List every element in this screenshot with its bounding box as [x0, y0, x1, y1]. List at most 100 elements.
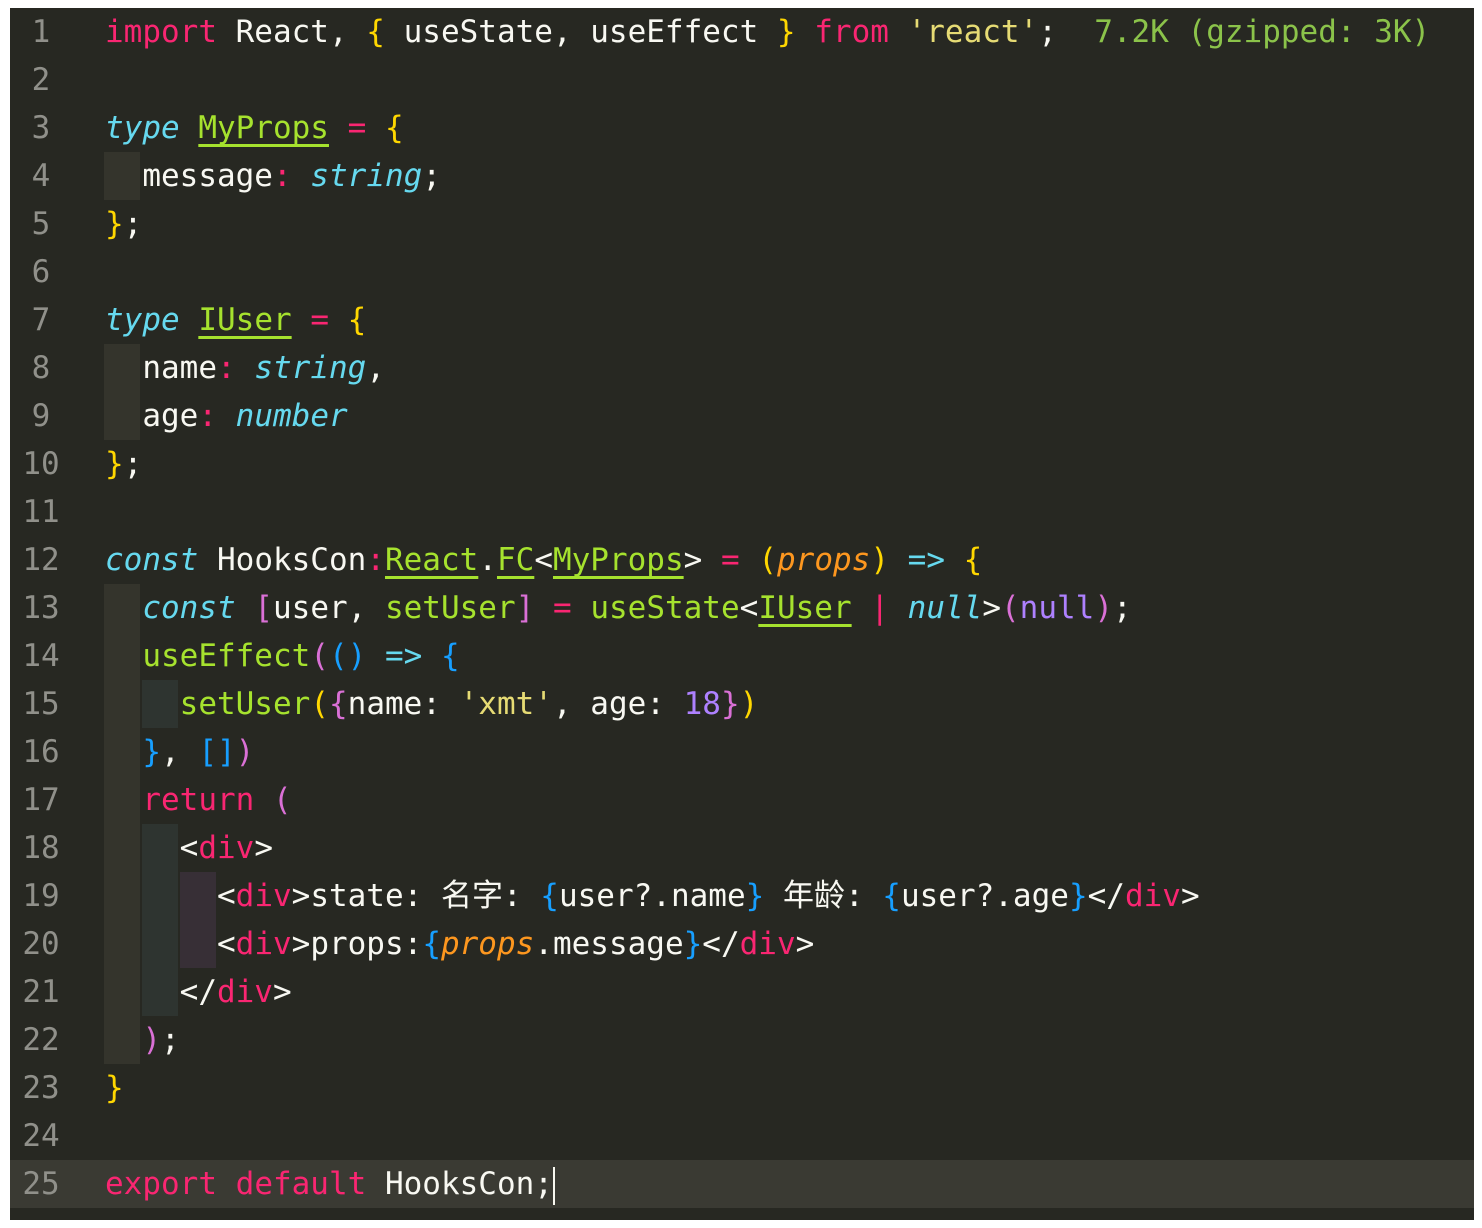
code-token: ;	[123, 446, 143, 482]
code-line[interactable]: 11	[10, 488, 1474, 536]
line-number: 5	[31, 206, 51, 242]
code-token: {	[347, 302, 367, 338]
code-token: <	[105, 926, 236, 962]
code-line[interactable]: 12 const HooksCon:React.FC<MyProps> = (pr…	[10, 536, 1474, 584]
code-token: }	[720, 686, 740, 722]
line-code: };	[105, 440, 142, 488]
line-code: import React, { useState, useEffect } fr…	[105, 8, 1430, 56]
line-code: age: number	[105, 392, 348, 440]
code-token: }	[745, 878, 765, 914]
code-line[interactable]: 6	[10, 248, 1474, 296]
code-line[interactable]: 2	[10, 56, 1474, 104]
code-line[interactable]: 5};	[10, 200, 1474, 248]
line-number: 17	[22, 782, 60, 818]
code-line[interactable]: 18 <div>	[10, 824, 1474, 872]
code-token: 'xmt'	[459, 686, 553, 722]
code-editor[interactable]: 1 import React, { useState, useEffect } f…	[10, 8, 1474, 1220]
code-token: :	[272, 158, 292, 194]
code-line[interactable]: 15 setUser({name: 'xmt', age: 18})	[10, 680, 1474, 728]
line-number: 18	[22, 830, 60, 866]
code-token: :	[216, 350, 236, 386]
code-line[interactable]: 7 type IUser = {	[10, 296, 1474, 344]
code-line[interactable]: 14 useEffect(() => {	[10, 632, 1474, 680]
code-line[interactable]: 10};	[10, 440, 1474, 488]
line-code: const [user, setUser] = useState<IUser |…	[105, 584, 1131, 632]
code-token: :	[198, 398, 217, 434]
code-token: >	[254, 830, 273, 866]
line-number: 24	[22, 1118, 60, 1154]
code-token: const	[142, 590, 236, 626]
code-token: </	[1087, 878, 1125, 914]
code-token: }	[142, 734, 161, 770]
code-token: {	[422, 926, 441, 962]
code-line[interactable]: 19 <div>state: 名字: {user?.name} 年龄: {use…	[10, 872, 1474, 920]
code-token: []	[198, 734, 236, 770]
code-line[interactable]: 8 name: string,	[10, 344, 1474, 392]
line-code: <div>props:{props.message}</div>	[105, 920, 814, 968]
code-line[interactable]: 17 return (	[10, 776, 1474, 824]
code-token: age	[105, 398, 199, 434]
code-token: ()	[328, 638, 367, 674]
code-line[interactable]: 13 const [user, setUser] = useState<IUse…	[10, 584, 1474, 632]
code-token: .	[478, 542, 497, 578]
line-number: 19	[22, 878, 60, 914]
code-line[interactable]: 21 </div>	[10, 968, 1474, 1016]
code-token: >	[982, 590, 1001, 626]
code-token: MyProps	[198, 110, 329, 146]
code-token: number	[235, 398, 348, 434]
code-token: }	[683, 926, 703, 962]
line-code: <div>	[105, 824, 273, 872]
code-token: useState	[590, 590, 740, 626]
code-line[interactable]: 4 message: string;	[10, 152, 1474, 200]
line-number: 9	[31, 398, 51, 434]
code-token: null	[1019, 590, 1095, 626]
code-token: [	[254, 590, 273, 626]
line-code: }	[105, 1064, 124, 1112]
line-code: </div>	[105, 968, 292, 1016]
code-token: div	[198, 830, 255, 866]
code-token: (	[310, 638, 329, 674]
code-token: =	[720, 542, 740, 578]
code-line[interactable]: 23}	[10, 1064, 1474, 1112]
code-token: }	[1068, 878, 1088, 914]
code-token: HooksCon;	[366, 1166, 553, 1202]
code-token: >	[795, 926, 815, 962]
code-line[interactable]: 25 export default HooksCon;	[10, 1160, 1474, 1208]
line-number: 21	[22, 974, 60, 1010]
code-line[interactable]: 3 type MyProps = {	[10, 104, 1474, 152]
code-token: <	[534, 542, 553, 578]
code-line[interactable]: 1 import React, { useState, useEffect } f…	[10, 8, 1474, 56]
code-token: IUser	[198, 302, 292, 338]
code-token: , age:	[552, 686, 684, 722]
line-number: 10	[22, 446, 60, 482]
code-token: type	[105, 302, 180, 338]
code-line[interactable]: 22 );	[10, 1016, 1474, 1064]
code-token: >props:	[291, 926, 423, 962]
line-number: 4	[31, 158, 51, 194]
code-token: MyProps	[552, 542, 684, 578]
code-token: div	[235, 878, 292, 914]
code-line[interactable]: 20 <div>props:{props.message}</div>	[10, 920, 1474, 968]
code-token: </	[105, 974, 217, 1010]
line-code: setUser({name: 'xmt', age: 18})	[105, 680, 759, 728]
line-number: 6	[31, 254, 51, 290]
line-number: 8	[31, 350, 51, 386]
code-line[interactable]: 24	[10, 1112, 1474, 1160]
line-code: };	[105, 200, 142, 248]
code-token: name	[105, 350, 217, 386]
code-line[interactable]: 9 age: number	[10, 392, 1474, 440]
line-code: );	[105, 1016, 179, 1064]
code-line[interactable]: 16 }, [])	[10, 728, 1474, 776]
code-token: >	[683, 542, 703, 578]
